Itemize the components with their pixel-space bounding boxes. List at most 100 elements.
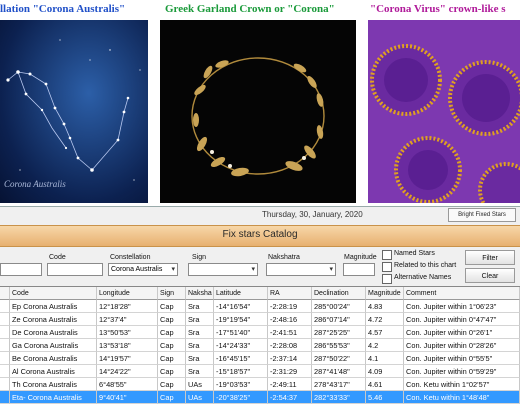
table-cell: 4.1 [366, 352, 404, 365]
sign-label: Sign [192, 254, 207, 261]
table-cell: 4.72 [366, 313, 404, 326]
article-banner: llation "Corona Australis" Greek Garland… [0, 0, 520, 212]
table-cell: 6°48'55" [97, 378, 158, 391]
table-cell: Ze Corona Australis [10, 313, 97, 326]
table-cell: 282°33'33" [312, 391, 366, 404]
table-cell: Al Corona Australis [10, 365, 97, 378]
named-stars-label: Named Stars [394, 250, 435, 257]
table-row[interactable]: Eta- Corona Australis 9°40'41" Cap UAs -20°3… [0, 391, 520, 404]
related-chart-checkbox[interactable] [382, 262, 392, 272]
table-cell [0, 326, 10, 339]
table-cell: -2:48:16 [268, 313, 312, 326]
table-cell: Sra [186, 352, 214, 365]
table-cell: 287°25'25" [312, 326, 366, 339]
bright-fixed-stars-button[interactable]: Bright Fixed Stars [448, 208, 516, 222]
table-cell: Ep Corona Australis [10, 300, 97, 313]
table-cell: 13°50'53" [97, 326, 158, 339]
table-cell [0, 391, 10, 404]
table-row[interactable]: De Corona Australis 13°50'53" Cap Sra -17°51… [0, 326, 520, 339]
table-cell: Be Corona Australis [10, 352, 97, 365]
table-cell: -19°19'54" [214, 313, 268, 326]
table-cell: -2:28:19 [268, 300, 312, 313]
table-cell: Con. Jupiter within 0°26'1" [404, 326, 520, 339]
chevron-down-icon: ▾ [329, 266, 333, 273]
table-cell: Con. Jupiter within 0°55'5" [404, 352, 520, 365]
table-row[interactable]: Ep Corona Australis 12°18'28" Cap Sra -14°16… [0, 300, 520, 313]
table-cell: Cap [158, 300, 186, 313]
table-cell [0, 300, 10, 313]
chart-date: Thursday, 30, January, 2020 [262, 210, 363, 219]
table-cell: -14°24'33" [214, 339, 268, 352]
caption-greek-garland: Greek Garland Crown or "Corona" [165, 3, 335, 15]
table-cell: 287°50'22" [312, 352, 366, 365]
magnitude-label: Magnitude [344, 254, 377, 261]
table-cell: -2:37:14 [268, 352, 312, 365]
table-cell [0, 339, 10, 352]
nakshatra-select[interactable]: ▾ [266, 263, 336, 276]
table-cell: -17°51'40" [214, 326, 268, 339]
table-cell: Sra [186, 326, 214, 339]
constellation-label: Constellation [110, 254, 151, 261]
table-cell [0, 313, 10, 326]
column-header-longitude[interactable]: Longitude [97, 287, 158, 300]
table-cell: Con. Jupiter within 1°06'23" [404, 300, 520, 313]
table-cell: 12°18'28" [97, 300, 158, 313]
column-header-ra[interactable]: RA [268, 287, 312, 300]
table-row[interactable]: Al Corona Australis 14°24'22" Cap Sra -15°18… [0, 365, 520, 378]
table-cell: 12°37'4" [97, 313, 158, 326]
table-cell [0, 378, 10, 391]
named-stars-checkbox[interactable] [382, 250, 392, 260]
table-cell: -20°38'25" [214, 391, 268, 404]
table-cell: 285°00'24" [312, 300, 366, 313]
image-watermark: Corona Australis [4, 179, 66, 189]
table-cell: Cap [158, 352, 186, 365]
column-header-code[interactable]: Code [10, 287, 97, 300]
table-cell: 9°40'41" [97, 391, 158, 404]
table-cell: Con. Jupiter within 0°59'29" [404, 365, 520, 378]
table-cell: 14°24'22" [97, 365, 158, 378]
table-cell: Cap [158, 339, 186, 352]
caption-corona-australis: llation "Corona Australis" [0, 3, 126, 15]
table-cell: -15°18'57" [214, 365, 268, 378]
table-cell: De Corona Australis [10, 326, 97, 339]
table-row[interactable]: Ze Corona Australis 12°37'4" Cap Sra -19°19'… [0, 313, 520, 326]
table-cell: 286°07'14" [312, 313, 366, 326]
table-cell: 4.83 [366, 300, 404, 313]
table-row[interactable]: Ga Corona Australis 13°53'18" Cap Sra -14°24… [0, 339, 520, 352]
table-row[interactable]: Be Corona Australis 14°19'57" Cap Sra -16°45… [0, 352, 520, 365]
column-header-naksha[interactable]: Naksha [186, 287, 214, 300]
table-cell: 287°41'48" [312, 365, 366, 378]
column-header-magnitude[interactable]: Magnitude [366, 287, 404, 300]
table-cell [0, 365, 10, 378]
table-cell: 4.2 [366, 339, 404, 352]
column-header-comment[interactable]: Comment [404, 287, 520, 300]
stars-table: Code Longitude Sign Naksha Latitude RA Declina… [0, 286, 520, 411]
column-header-sign[interactable]: Sign [158, 287, 186, 300]
table-cell: 278°43'17" [312, 378, 366, 391]
column-header-latitude[interactable]: Latitude [214, 287, 268, 300]
table-cell: Eta- Corona Australis [10, 391, 97, 404]
table-cell: Sra [186, 300, 214, 313]
column-header-name[interactable] [0, 287, 10, 300]
constellation-select[interactable]: Corona Australis ▾ [108, 263, 178, 276]
table-cell: Con. Jupiter within 0°28'26" [404, 339, 520, 352]
filter-button[interactable]: Filter [465, 250, 515, 265]
clear-button[interactable]: Clear [465, 268, 515, 283]
column-header-declination[interactable]: Declination [312, 287, 366, 300]
table-cell: -2:31:29 [268, 365, 312, 378]
table-cell: -14°16'54" [214, 300, 268, 313]
alternative-names-checkbox[interactable] [382, 274, 392, 284]
table-row[interactable]: Th Corona Australis 6°48'55" Cap UAs -19°03'… [0, 378, 520, 391]
table-cell: Cap [158, 313, 186, 326]
table-cell: 14°19'57" [97, 352, 158, 365]
corona-virus-image [368, 20, 520, 203]
code-input[interactable] [47, 263, 103, 276]
table-cell: Th Corona Australis [10, 378, 97, 391]
table-cell: 4.57 [366, 326, 404, 339]
name-input[interactable] [0, 263, 42, 276]
dialog-titlebar[interactable]: Fix stars Catalog [0, 225, 520, 247]
magnitude-input[interactable] [343, 263, 375, 276]
sign-select[interactable]: ▾ [188, 263, 258, 276]
table-cell: Con. Jupiter within 0°47'47" [404, 313, 520, 326]
table-cell: Sra [186, 365, 214, 378]
